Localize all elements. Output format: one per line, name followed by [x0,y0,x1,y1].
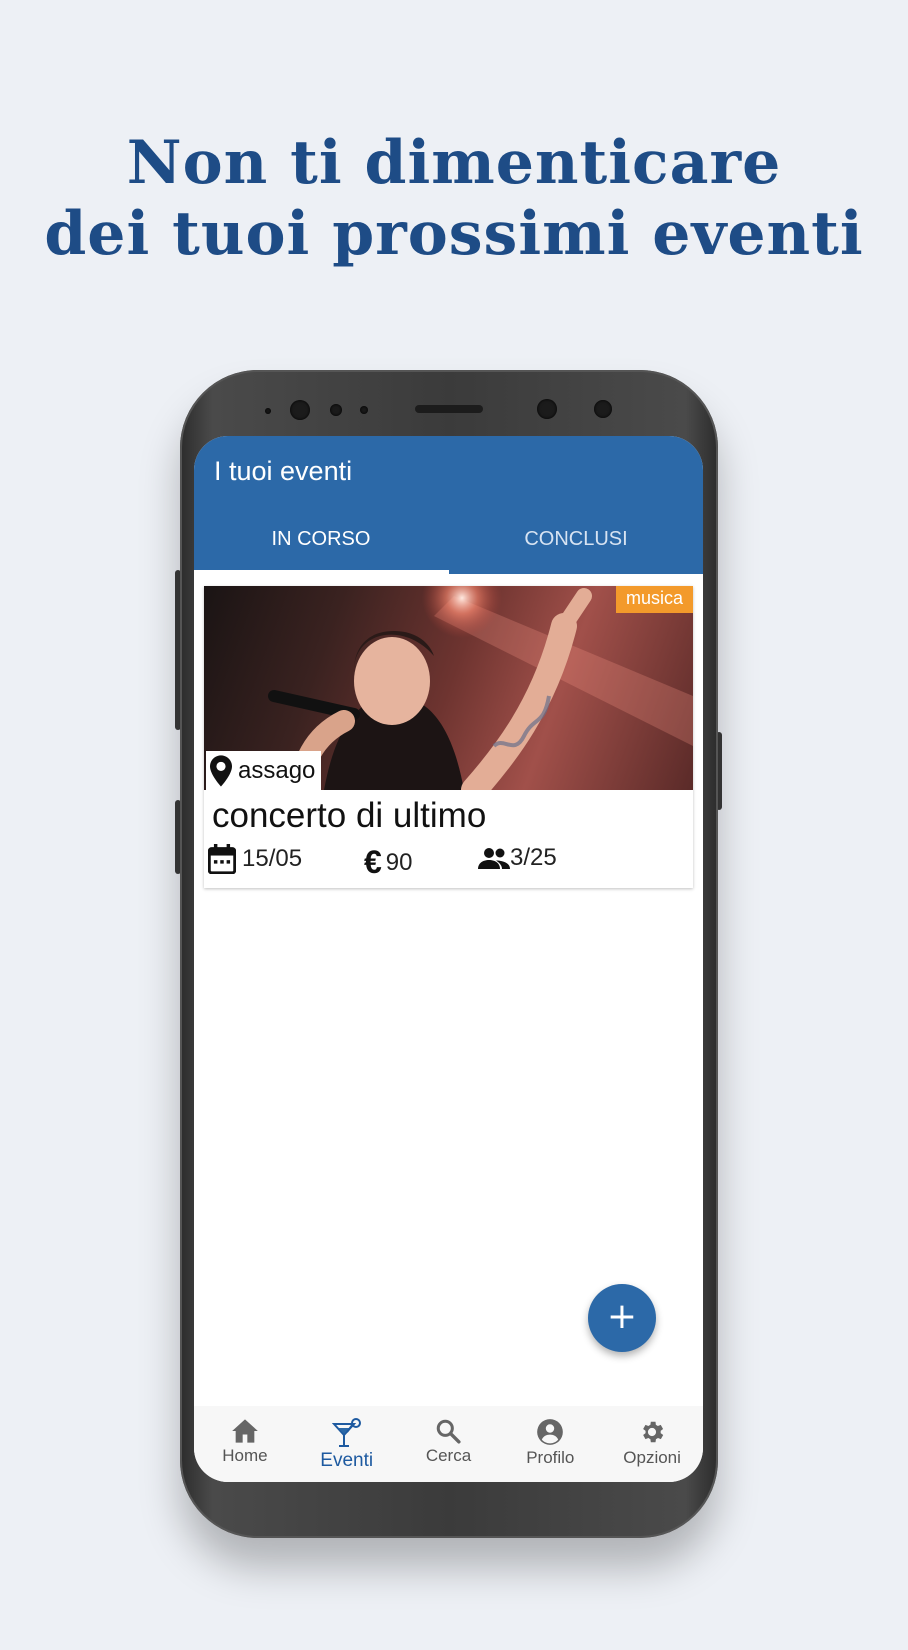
app-title: I tuoi eventi [214,456,353,486]
cocktail-icon [331,1418,362,1448]
phone-camera [594,400,612,418]
people-icon [478,846,510,870]
home-icon [231,1418,259,1444]
event-image: musica assago [204,586,693,790]
phone-speaker [415,405,483,413]
phone-sensor [330,404,342,416]
nav-profilo-label: Profilo [526,1448,575,1467]
nav-home-label: Home [222,1446,268,1465]
phone-sensor [360,406,368,414]
headline-line-2: dei tuoi prossimi eventi [44,199,864,269]
tab-in-corso[interactable]: IN CORSO [194,528,448,551]
promo-headline: Non ti dimenticare dei tuoi prossimi eve… [0,128,908,270]
event-title: concerto di ultimo [212,796,487,835]
nav-eventi[interactable]: Eventi [296,1406,398,1482]
location-label: assago [238,756,316,784]
event-price: € 90 [364,844,413,881]
phone-camera [537,399,557,419]
nav-eventi-label: Eventi [320,1450,374,1471]
nav-profilo[interactable]: Profilo [499,1406,601,1482]
active-tab-indicator [194,570,449,574]
event-price-value: 90 [385,848,413,876]
calendar-icon [208,844,236,874]
nav-cerca[interactable]: Cerca [398,1406,500,1482]
event-participants: 3/25 [478,844,557,872]
category-badge: musica [615,586,693,613]
phone-sensor [265,408,271,414]
location-pin-icon [210,754,232,787]
event-card[interactable]: musica assago concerto di ultimo 15/05 €… [204,586,693,888]
location-chip: assago [206,751,322,790]
phone-screen: I tuoi eventi IN CORSO CONCLUSI musica a… [194,436,703,1482]
event-participants-value: 3/25 [510,844,557,871]
phone-front-camera [290,400,310,420]
account-circle-icon [536,1418,564,1446]
nav-home[interactable]: Home [194,1406,296,1482]
event-date: 15/05 [208,844,302,874]
gear-icon [638,1418,666,1446]
app-bar: I tuoi eventi IN CORSO CONCLUSI [194,436,703,574]
nav-cerca-label: Cerca [425,1446,472,1465]
search-icon [435,1418,462,1444]
nav-opzioni[interactable]: Opzioni [601,1406,703,1482]
headline-line-1: Non ti dimenticare [126,128,782,198]
event-date-value: 15/05 [242,845,303,872]
add-event-button[interactable]: + [588,1284,656,1352]
tab-conclusi[interactable]: CONCLUSI [449,528,703,551]
nav-opzioni-label: Opzioni [623,1448,681,1467]
bottom-navigation: Home Eventi Cerca Profilo Opzioni [194,1406,703,1482]
euro-icon: € [364,844,382,880]
